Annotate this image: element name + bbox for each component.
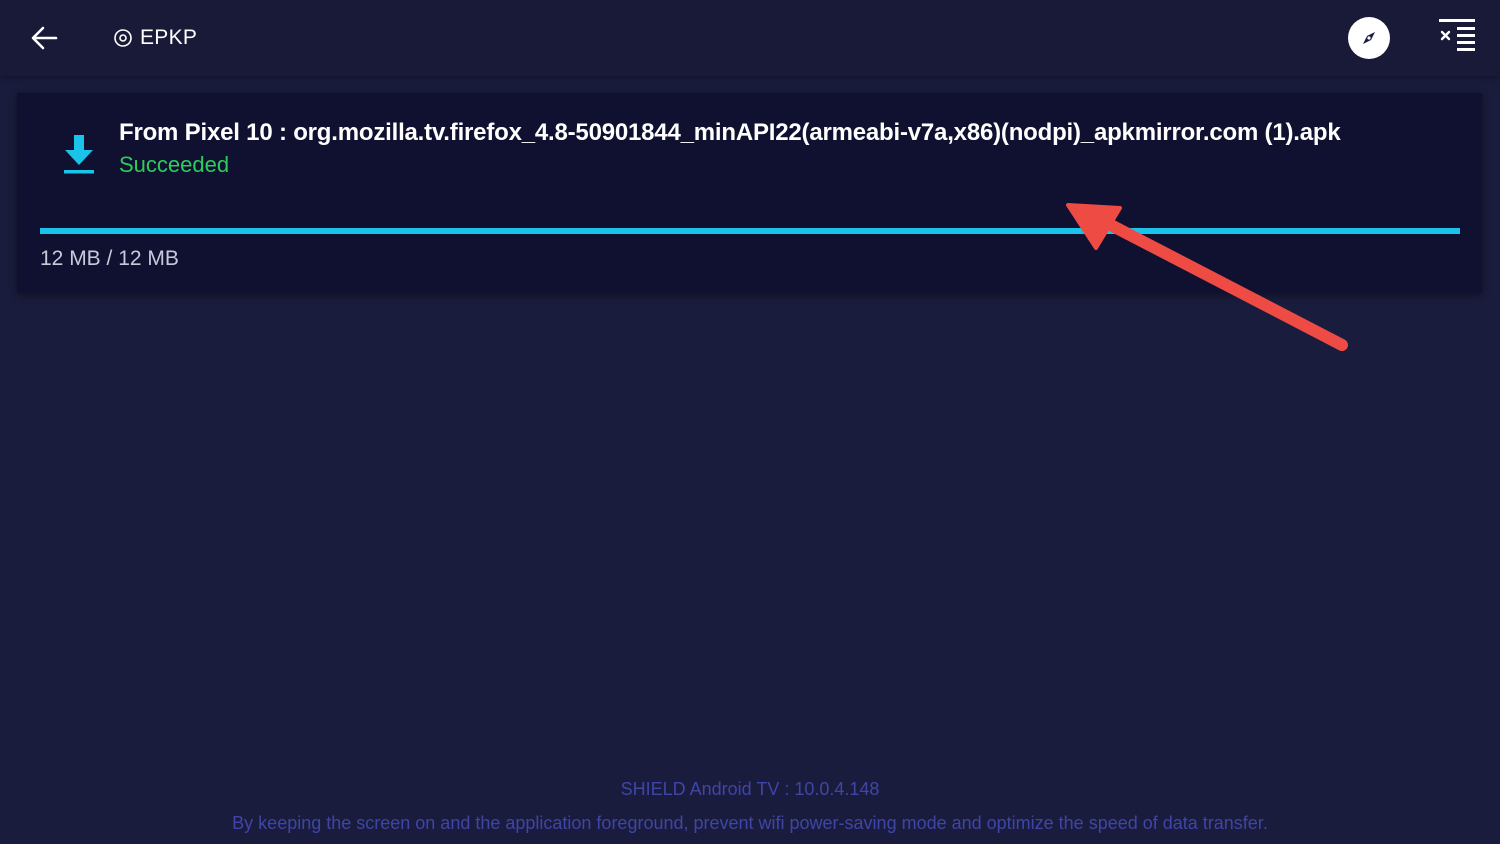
arrow-left-icon	[31, 26, 58, 50]
back-button[interactable]	[24, 18, 64, 58]
clear-list-button[interactable]	[1436, 14, 1478, 54]
compass-button[interactable]	[1348, 17, 1390, 59]
file-name: From Pixel 10 : org.mozilla.tv.firefox_4…	[119, 119, 1341, 146]
compass-icon	[1363, 32, 1375, 44]
progress-bar-fill	[40, 228, 1460, 234]
page-title-group: EPKP	[112, 24, 197, 52]
transfer-status: Succeeded	[119, 152, 230, 177]
target-circle-icon	[112, 27, 134, 49]
download-icon	[64, 135, 94, 174]
transfer-tip: By keeping the screen on and the applica…	[232, 813, 1268, 833]
app-screen: EPKP From Pixel 10 : org.mozilla.tv.fire…	[0, 0, 1500, 844]
progress-bar	[40, 228, 1460, 234]
top-bar: EPKP	[0, 0, 1500, 76]
page-title: EPKP	[140, 26, 198, 49]
device-info: SHIELD Android TV : 10.0.4.148	[620, 779, 880, 799]
clear-list-icon	[1439, 19, 1475, 51]
transfer-size: 12 MB / 12 MB	[40, 247, 179, 270]
transfer-card[interactable]: From Pixel 10 : org.mozilla.tv.firefox_4…	[17, 93, 1482, 293]
